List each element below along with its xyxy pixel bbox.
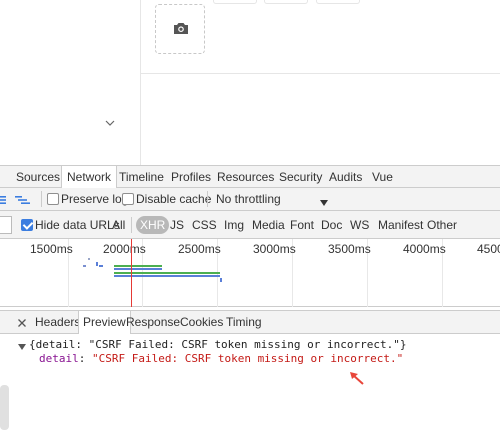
tab-vue[interactable]: Vue — [372, 166, 393, 188]
filter-doc[interactable]: Doc — [321, 218, 342, 232]
tab-profiles[interactable]: Profiles — [171, 166, 211, 188]
hide-data-urls-label: Hide data URLs — [35, 218, 120, 232]
timeline-tick-label: 1500ms — [30, 242, 73, 256]
toolbar-divider — [41, 191, 42, 207]
timeline-tick-label: 4000ms — [403, 242, 446, 256]
filter-font[interactable]: Font — [290, 218, 314, 232]
toolbar-divider — [207, 191, 208, 207]
tab-cookies[interactable]: Cookies — [180, 311, 223, 334]
tab-security[interactable]: Security — [279, 166, 322, 188]
devtools-tab-bar: Sources Network Timeline Profiles Resour… — [0, 165, 500, 188]
request-bar — [88, 258, 90, 260]
filter-js[interactable]: JS — [170, 218, 184, 232]
dropdown-arrow-icon — [320, 195, 328, 206]
filter-bar: Hide data URLs All XHR JS CSS Img Media … — [0, 211, 500, 239]
disable-cache-checkbox[interactable] — [122, 193, 134, 205]
request-bar — [220, 278, 222, 282]
json-string-value: "CSRF Failed: CSRF token missing or inco… — [92, 352, 404, 365]
json-property-row: detail: "CSRF Failed: CSRF token missing… — [39, 352, 404, 365]
expand-triangle-icon[interactable] — [18, 340, 26, 350]
tab-resources[interactable]: Resources — [217, 166, 274, 188]
tab-timing[interactable]: Timing — [226, 311, 262, 334]
timeline-tick-label: 3500ms — [328, 242, 371, 256]
preserve-log-label: Preserve log — [61, 192, 129, 206]
json-summary-open: {detail: — [29, 338, 89, 351]
timeline-tick-label: 4500 — [477, 242, 500, 256]
filter-media[interactable]: Media — [252, 218, 285, 232]
tab-audits[interactable]: Audits — [329, 166, 362, 188]
request-detail-tab-bar: Headers Preview Response Cookies Timing — [0, 310, 500, 334]
throttling-select[interactable]: No throttling — [213, 190, 333, 208]
json-summary-value: "CSRF Failed: CSRF token missing or inco… — [88, 338, 400, 351]
tab-network[interactable]: Network — [61, 166, 118, 188]
photo-upload-box[interactable] — [155, 4, 205, 54]
hide-data-urls-checkbox[interactable] — [21, 219, 33, 231]
network-toolbar: Preserve log Disable cache No throttling — [0, 188, 500, 211]
filter-manifest[interactable]: Manifest — [378, 218, 423, 232]
filter-divider — [131, 217, 132, 233]
load-event-line — [131, 239, 132, 307]
filter-other[interactable]: Other — [427, 218, 457, 232]
request-bar — [114, 275, 220, 277]
request-bar — [96, 262, 98, 266]
close-icon[interactable] — [17, 317, 27, 327]
camera-icon — [173, 21, 189, 35]
tab-preview[interactable]: Preview — [78, 311, 131, 334]
timeline-tick-label: 2000ms — [103, 242, 146, 256]
preview-pane: {detail: "CSRF Failed: CSRF token missin… — [0, 334, 500, 430]
request-bar — [83, 265, 86, 267]
request-bar — [114, 268, 162, 270]
json-summary[interactable]: {detail: "CSRF Failed: CSRF token missin… — [29, 338, 407, 351]
tab-response[interactable]: Response — [126, 311, 180, 334]
web-page-area — [0, 0, 500, 165]
filter-xhr[interactable]: XHR — [136, 216, 170, 234]
request-bar — [114, 265, 162, 267]
filter-ws[interactable]: WS — [350, 218, 369, 232]
tab-headers[interactable]: Headers — [35, 311, 80, 334]
request-bar — [114, 272, 220, 274]
filter-img[interactable]: Img — [224, 218, 244, 232]
group-by-frame-icon[interactable] — [15, 194, 31, 204]
tab-timeline[interactable]: Timeline — [119, 166, 164, 188]
tab-sources[interactable]: Sources — [16, 166, 60, 188]
vertical-scrollbar[interactable] — [0, 385, 9, 430]
filter-input[interactable] — [0, 216, 12, 234]
filter-icon[interactable] — [0, 194, 6, 204]
json-summary-close: } — [399, 338, 407, 351]
filter-all[interactable]: All — [112, 218, 125, 232]
filter-css[interactable]: CSS — [192, 218, 217, 232]
json-key: detail — [39, 352, 79, 365]
timeline-tick-label: 3000ms — [253, 242, 296, 256]
preserve-log-checkbox[interactable] — [47, 193, 59, 205]
left-panel — [0, 0, 141, 165]
annotation-arrow-icon — [349, 372, 365, 386]
disable-cache-label: Disable cache — [136, 192, 212, 206]
timeline-tick-label: 2500ms — [178, 242, 221, 256]
throttling-value: No throttling — [216, 192, 281, 206]
timeline-overview[interactable]: 1500ms 2000ms 2500ms 3000ms 3500ms 4000m… — [0, 239, 500, 307]
chevron-down-icon[interactable] — [104, 117, 116, 129]
request-bar — [99, 265, 103, 267]
